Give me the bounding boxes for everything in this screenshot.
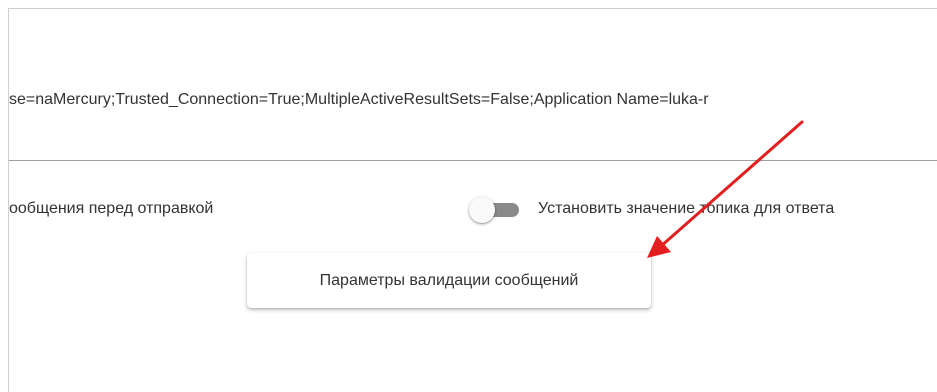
- settings-panel: se=naMercury;Trusted_Connection=True;Mul…: [0, 0, 937, 392]
- validate-before-send-label: ообщения перед отправкой: [9, 200, 214, 217]
- toggle-thumb: [469, 197, 495, 223]
- topic-reply-toggle-label: Установить значение топика для ответа: [538, 200, 835, 217]
- connection-string-field[interactable]: se=naMercury;Trusted_Connection=True;Mul…: [9, 60, 937, 161]
- validation-settings-button[interactable]: Параметры валидации сообщений: [247, 253, 651, 308]
- topic-reply-toggle[interactable]: [467, 196, 525, 224]
- connection-string-value: se=naMercury;Trusted_Connection=True;Mul…: [9, 91, 709, 108]
- panel-top-border: [9, 8, 937, 9]
